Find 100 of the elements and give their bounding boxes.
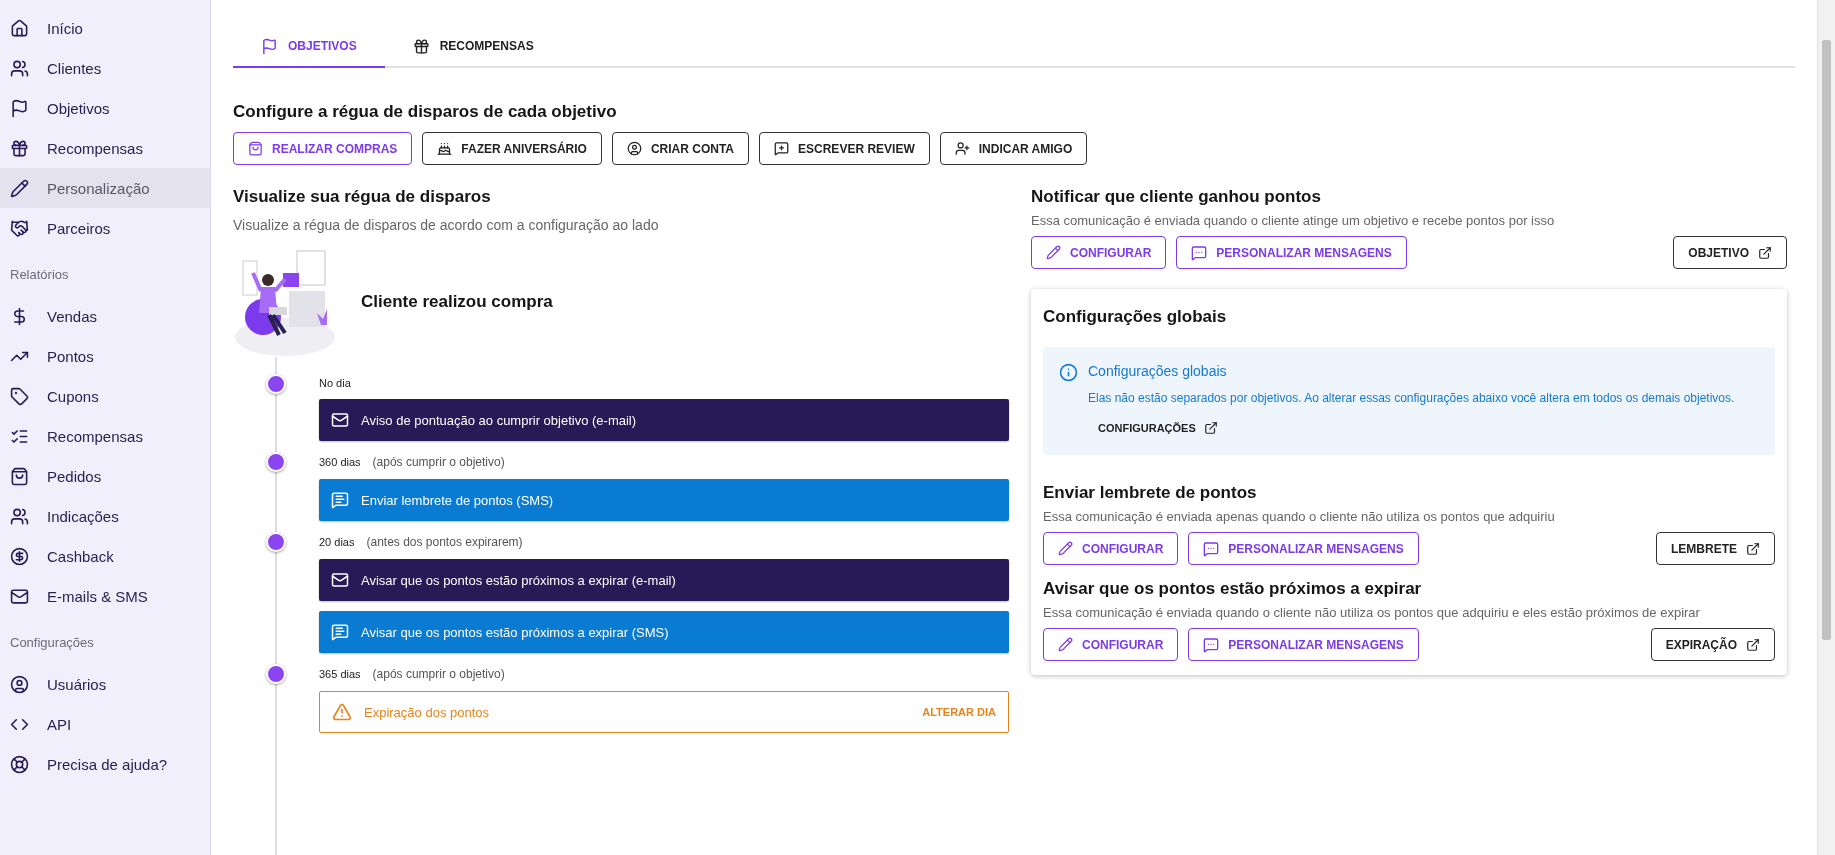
section-title: Enviar lembrete de pontos	[1043, 483, 1258, 503]
objective-button[interactable]: ESCREVER REVIEW	[759, 132, 930, 165]
mail-icon	[331, 571, 349, 589]
tag-icon	[10, 386, 29, 406]
trigger-title: Cliente realizou compra	[361, 292, 553, 312]
pencil-icon	[1058, 637, 1073, 652]
event-time: No dia	[319, 377, 351, 389]
section-title: Notificar que cliente ganhou pontos	[1031, 187, 1322, 207]
sidebar-item[interactable]: Vendas	[0, 296, 210, 336]
chat-icon	[1203, 540, 1220, 557]
scrollbar[interactable]	[1817, 0, 1835, 855]
lifebuoy-icon	[10, 754, 29, 774]
objective-button[interactable]: FAZER ANIVERSÁRIO	[422, 132, 602, 165]
event-note: (após cumprir o objetivo)	[372, 455, 505, 469]
link-button[interactable]: LEMBRETE	[1656, 532, 1775, 565]
bag-icon	[10, 466, 29, 486]
pencil-icon	[1058, 541, 1073, 556]
external-link-icon	[1746, 541, 1760, 556]
chat-icon	[331, 623, 349, 641]
event-time: 360 dias	[319, 456, 361, 468]
section-title: Avisar que os pontos estão próximos a expirar	[1043, 579, 1423, 599]
objective-button[interactable]: REALIZAR COMPRAS	[233, 132, 413, 165]
mail-icon	[10, 586, 29, 606]
message-text: Avisar que os pontos estão próximos a expirar (e-mail)	[361, 572, 677, 588]
scrollbar-thumb[interactable]	[1822, 40, 1831, 640]
info-icon	[1059, 363, 1078, 382]
customize-messages-button[interactable]: PERSONALIZAR MENSAGENS	[1188, 628, 1419, 661]
objective-button[interactable]: CRIAR CONTA	[611, 132, 750, 165]
section-title: Configure a régua de disparos de cada objetivo	[233, 102, 618, 122]
alert-text: Elas não estão separados por objetivos. Ao alterar essas configurações abaixo você altera em todos os demais objetivos.	[1088, 390, 1735, 407]
external-link-icon	[1758, 245, 1772, 260]
user-icon	[626, 141, 642, 156]
sidebar-section-title: Configurações	[9, 633, 95, 652]
sidebar-item[interactable]: Objetivos	[0, 88, 210, 128]
cake-icon	[437, 141, 453, 156]
configure-button[interactable]: CONFIGURAR	[1043, 532, 1179, 565]
sidebar-item[interactable]: Precisa de ajuda?	[0, 744, 210, 784]
sidebar-item[interactable]: Cashback	[0, 536, 210, 576]
external-link-icon	[1203, 421, 1218, 435]
tab[interactable]: OBJETIVOS	[233, 26, 385, 68]
timeline-dot	[266, 664, 286, 684]
sidebar-item[interactable]: Usuários	[0, 664, 210, 704]
link-button[interactable]: OBJETIVO	[1673, 236, 1787, 269]
chat-icon	[331, 491, 349, 509]
message-text: Enviar lembrete de pontos (SMS)	[361, 492, 555, 508]
sidebar-item[interactable]: Pontos	[0, 336, 210, 376]
card-title: Configurações globais	[1043, 307, 1228, 327]
alert-title: Configurações globais	[1088, 363, 1228, 379]
sidebar-item[interactable]: Recompensas	[0, 128, 210, 168]
customize-messages-button[interactable]: PERSONALIZAR MENSAGENS	[1176, 236, 1407, 269]
objective-button[interactable]: INDICAR AMIGO	[939, 132, 1088, 165]
pencil-icon	[10, 178, 29, 198]
link-button[interactable]: EXPIRAÇÃO	[1650, 628, 1775, 661]
bag-icon	[248, 141, 263, 156]
sidebar-item[interactable]: Indicações	[0, 496, 210, 536]
sidebar-item[interactable]: E-mails & SMS	[0, 576, 210, 616]
settings-link[interactable]: CONFIGURAÇÕES	[1088, 417, 1228, 439]
sidebar-item[interactable]: Cupons	[0, 376, 210, 416]
timeline-dot	[266, 452, 286, 472]
configure-button[interactable]: CONFIGURAR	[1031, 236, 1167, 269]
chat-icon	[1203, 636, 1220, 653]
section-description: Essa comunicação é enviada quando o cliente atinge um objetivo e recebe pontos por isso	[1031, 213, 1556, 228]
event-note: (antes dos pontos expirarem)	[366, 535, 523, 549]
gift-icon	[412, 37, 430, 55]
section-description: Essa comunicação é enviada quando o cliente não utiliza os pontos que adquiriu e eles estão próximos de expirar	[1043, 605, 1701, 620]
sidebar-item[interactable]: Parceiros	[0, 208, 210, 248]
flag-icon	[261, 37, 278, 55]
handshake-icon	[10, 218, 29, 238]
people-icon	[10, 506, 29, 526]
event-time: 20 dias	[319, 536, 355, 548]
sidebar-item[interactable]: Personalização	[0, 168, 210, 208]
external-link-icon	[1746, 637, 1760, 652]
message-text: Avisar que os pontos estão próximos a expirar (SMS)	[361, 624, 670, 640]
customize-messages-button[interactable]: PERSONALIZAR MENSAGENS	[1188, 532, 1419, 565]
pencil-icon	[1046, 245, 1061, 260]
chat-plus-icon	[774, 141, 790, 156]
gift-icon	[10, 138, 29, 158]
warning-icon	[332, 702, 352, 722]
event-time: 365 dias	[319, 668, 361, 680]
mail-icon	[331, 411, 349, 429]
message-text: Expiração dos pontos	[364, 704, 491, 720]
section-title: Visualize sua régua de disparos	[233, 187, 492, 207]
home-icon	[10, 18, 29, 38]
event-note: (após cumprir o objetivo)	[372, 667, 505, 681]
sidebar-item[interactable]: API	[0, 704, 210, 744]
coin-icon	[10, 546, 29, 566]
sidebar-section-title: Relatórios	[9, 265, 70, 284]
section-subtitle: Visualize a régua de disparos de acordo com a configuração ao lado	[233, 217, 660, 233]
sidebar-item[interactable]: Início	[0, 8, 210, 48]
tab[interactable]: RECOMPENSAS	[384, 26, 562, 68]
message-text: Aviso de pontuação ao cumprir objetivo (e-mail)	[361, 412, 638, 428]
section-description: Essa comunicação é enviada apenas quando o cliente não utiliza os pontos que adquiriu	[1043, 509, 1556, 524]
chat-icon	[1191, 244, 1208, 261]
flag-icon	[10, 98, 29, 118]
sidebar-item[interactable]: Clientes	[0, 48, 210, 88]
sidebar-item[interactable]: Pedidos	[0, 456, 210, 496]
people-icon	[10, 58, 29, 78]
sidebar-item[interactable]: Recompensas	[0, 416, 210, 456]
timeline-dot	[266, 374, 286, 394]
configure-button[interactable]: CONFIGURAR	[1043, 628, 1179, 661]
